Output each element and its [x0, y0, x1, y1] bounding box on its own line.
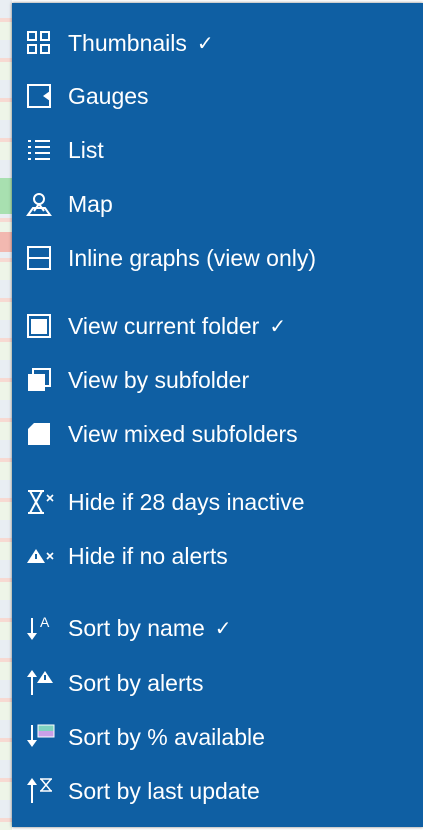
menu-item-sort-by-available[interactable]: Sort by % available	[26, 717, 265, 757]
subfolder-icon	[26, 365, 56, 395]
menu-item-label: Map	[68, 190, 113, 217]
menu-item-label: Inline graphs (view only)	[68, 244, 317, 271]
sort-last-update-icon	[26, 776, 56, 806]
background-green-block	[0, 178, 12, 214]
current-folder-icon	[26, 311, 56, 341]
menu-item-thumbnails[interactable]: Thumbnails ✓	[26, 23, 214, 63]
menu-item-label: Sort by last update	[68, 777, 260, 804]
sort-name-icon: A	[26, 613, 56, 643]
sort-available-icon	[26, 722, 56, 752]
menu-item-label: Gauges	[68, 82, 149, 109]
list-icon	[26, 135, 56, 165]
menu-item-label: Thumbnails	[68, 29, 187, 56]
menu-item-sort-by-last-update[interactable]: Sort by last update	[26, 771, 260, 811]
menu-item-sort-by-alerts[interactable]: Sort by alerts	[26, 663, 204, 703]
svg-text:A: A	[40, 614, 50, 630]
mixed-subfolders-icon	[26, 419, 56, 449]
menu-item-sort-by-name[interactable]: A Sort by name ✓	[26, 608, 232, 648]
menu-item-map[interactable]: Map	[26, 184, 113, 224]
map-pin-icon	[26, 189, 56, 219]
thumbnails-icon	[26, 28, 56, 58]
sort-alerts-icon	[26, 668, 56, 698]
background-page-strip	[0, 0, 12, 830]
menu-item-label: Sort by alerts	[68, 669, 204, 696]
checkmark-icon: ✓	[214, 617, 232, 640]
menu-item-inline-graphs[interactable]: Inline graphs (view only)	[26, 238, 316, 278]
menu-item-gauges[interactable]: Gauges	[26, 76, 149, 116]
checkmark-icon: ✓	[196, 32, 214, 55]
menu-item-hide-if-no-alerts[interactable]: Hide if no alerts	[26, 536, 228, 576]
menu-item-hide-if-inactive[interactable]: Hide if 28 days inactive	[26, 482, 305, 522]
menu-item-list[interactable]: List	[26, 130, 104, 170]
menu-item-label: View by subfolder	[68, 366, 250, 393]
inline-graphs-icon	[26, 243, 56, 273]
menu-item-label: View mixed subfolders	[68, 420, 298, 447]
menu-item-label: List	[68, 136, 104, 163]
checkmark-icon: ✓	[269, 315, 287, 338]
menu-item-label: Sort by % available	[68, 723, 265, 750]
menu-item-label: Hide if 28 days inactive	[68, 488, 305, 515]
hourglass-x-icon	[26, 487, 56, 517]
background-pink-block	[0, 232, 12, 252]
menu-item-view-mixed-subfolders[interactable]: View mixed subfolders	[26, 414, 298, 454]
menu-item-label: Hide if no alerts	[68, 542, 228, 569]
menu-item-label: View current folder	[68, 312, 260, 339]
alert-x-icon	[26, 541, 56, 571]
menu-item-view-by-subfolder[interactable]: View by subfolder	[26, 360, 249, 400]
gauges-icon	[26, 81, 56, 111]
menu-item-view-current-folder[interactable]: View current folder ✓	[26, 306, 286, 346]
menu-item-label: Sort by name	[68, 614, 205, 641]
view-options-menu: Thumbnails ✓ Gauges List Map Inline grap…	[12, 3, 423, 827]
